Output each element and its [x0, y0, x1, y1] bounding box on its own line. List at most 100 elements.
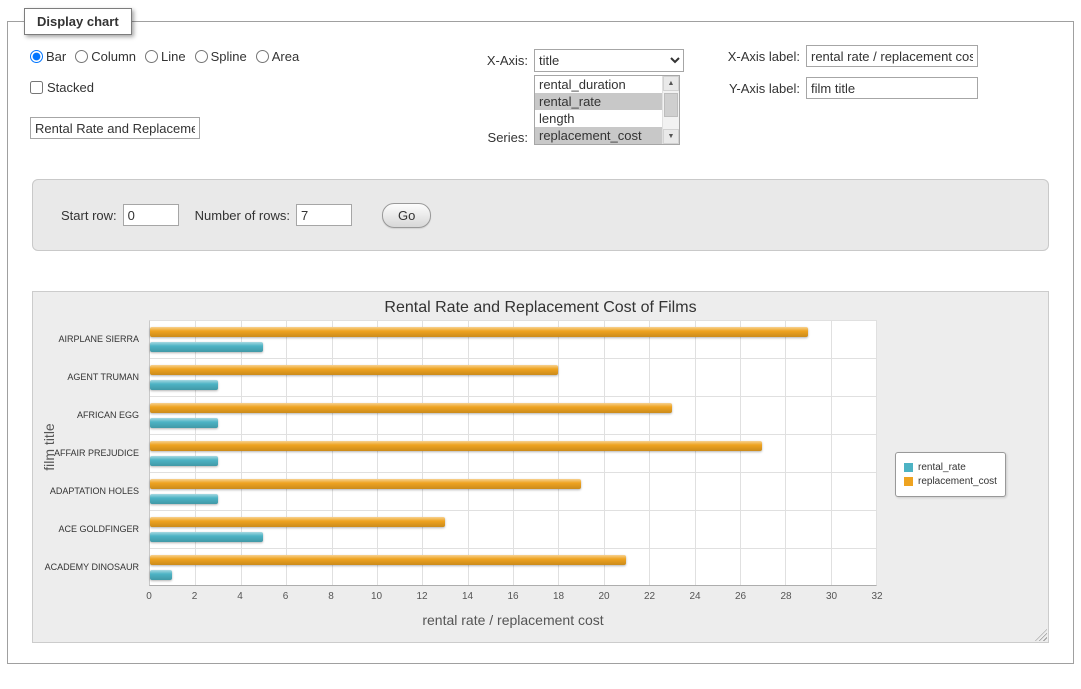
category-label: AIRPLANE SIERRA: [33, 320, 143, 358]
resize-handle-icon[interactable]: [1035, 629, 1047, 641]
x-axis-label-row: X-Axis label:: [708, 45, 978, 67]
chart-type-controls: Bar Column Line Spline Area Stacked: [30, 49, 308, 139]
tick-label: 22: [644, 591, 655, 602]
plot-row: [150, 359, 876, 397]
bar-rental_rate[interactable]: [150, 380, 218, 390]
bar-rental_rate[interactable]: [150, 456, 218, 466]
chart-type-option-column[interactable]: Column: [75, 49, 136, 64]
tick-label: 24: [689, 591, 700, 602]
category-label: ADAPTATION HOLES: [33, 472, 143, 510]
chart-type-option-area[interactable]: Area: [256, 49, 299, 64]
tick-label: 30: [826, 591, 837, 602]
legend-item-rental_rate[interactable]: rental_rate: [904, 462, 997, 473]
bar-rental_rate[interactable]: [150, 342, 263, 352]
display-chart-fieldset: Display chart Bar Column Line Spline Area St…: [7, 8, 1074, 664]
chart-type-radio-group: Bar Column Line Spline Area: [30, 49, 308, 64]
chart-container: Rental Rate and Replacement Cost of Film…: [32, 291, 1049, 643]
plot-row: [150, 321, 876, 359]
x-axis-title: rental rate / replacement cost: [149, 612, 877, 628]
bar-replacement_cost[interactable]: [150, 479, 581, 489]
stacked-checkbox[interactable]: [30, 81, 43, 94]
series-option-rental_rate[interactable]: rental_rate: [535, 93, 662, 110]
x-axis-label-field-label: X-Axis label:: [708, 49, 800, 64]
category-label: AGENT TRUMAN: [33, 358, 143, 396]
radio-label: Area: [272, 49, 299, 64]
tick-labels: 02468101214161820222426283032: [149, 591, 877, 603]
chart-legend-items: rental_rate replacement_cost: [904, 462, 997, 487]
legend-label: replacement_cost: [918, 476, 997, 487]
chart-title-input[interactable]: [30, 117, 200, 139]
x-axis-row: X-Axis: title: [456, 49, 684, 72]
bar-rental_rate[interactable]: [150, 494, 218, 504]
radio-column[interactable]: [75, 50, 88, 63]
series-label: Series:: [456, 130, 528, 145]
tick-label: 10: [371, 591, 382, 602]
plot-rows: [150, 321, 876, 585]
number-of-rows-input[interactable]: [296, 204, 352, 226]
chart-title: Rental Rate and Replacement Cost of Film…: [33, 299, 1048, 317]
stacked-label: Stacked: [47, 80, 94, 95]
plot-row: [150, 549, 876, 586]
start-row-input[interactable]: [123, 204, 179, 226]
bar-rental_rate[interactable]: [150, 570, 172, 580]
scroll-down-button[interactable]: ▼: [663, 129, 679, 144]
x-axis-select[interactable]: title: [534, 49, 684, 72]
radio-bar[interactable]: [30, 50, 43, 63]
listbox-scrollbar[interactable]: ▲ ▼: [662, 76, 679, 144]
tick-label: 0: [146, 591, 152, 602]
radio-spline[interactable]: [195, 50, 208, 63]
tick-label: 20: [598, 591, 609, 602]
bar-replacement_cost[interactable]: [150, 441, 762, 451]
scroll-up-button[interactable]: ▲: [663, 76, 679, 91]
stacked-checkbox-row[interactable]: Stacked: [30, 80, 308, 95]
series-option-replacement_cost[interactable]: replacement_cost: [535, 127, 662, 144]
category-label: ACE GOLDFINGER: [33, 510, 143, 548]
category-label: AFRICAN EGG: [33, 396, 143, 434]
chart-type-option-line[interactable]: Line: [145, 49, 186, 64]
radio-label: Column: [91, 49, 136, 64]
category-label: AFFAIR PREJUDICE: [33, 434, 143, 472]
scrollbar-thumb[interactable]: [664, 93, 678, 117]
series-option-rental_duration[interactable]: rental_duration: [535, 76, 662, 93]
chart-type-option-spline[interactable]: Spline: [195, 49, 247, 64]
tick-label: 16: [507, 591, 518, 602]
plot-row: [150, 511, 876, 549]
x-axis-label: X-Axis:: [456, 53, 528, 68]
y-axis-label-row: Y-Axis label:: [708, 77, 978, 99]
legend-item-replacement_cost[interactable]: replacement_cost: [904, 476, 997, 487]
chart-legend: rental_rate replacement_cost: [895, 452, 1006, 497]
legend-swatch-icon: [904, 477, 913, 486]
plot-row: [150, 397, 876, 435]
bar-replacement_cost[interactable]: [150, 365, 558, 375]
category-label: ACADEMY DINOSAUR: [33, 548, 143, 586]
tick-label: 8: [328, 591, 334, 602]
radio-area[interactable]: [256, 50, 269, 63]
category-labels: AIRPLANE SIERRAAGENT TRUMANAFRICAN EGGAF…: [33, 320, 143, 586]
rows-panel: Start row: Number of rows: Go: [32, 179, 1049, 251]
bar-replacement_cost[interactable]: [150, 403, 672, 413]
radio-label: Spline: [211, 49, 247, 64]
y-axis-label-input[interactable]: [806, 77, 978, 99]
chart-type-option-bar[interactable]: Bar: [30, 49, 66, 64]
bar-replacement_cost[interactable]: [150, 327, 808, 337]
bar-replacement_cost[interactable]: [150, 555, 626, 565]
legend-label: rental_rate: [918, 462, 966, 473]
x-axis-label-input[interactable]: [806, 45, 978, 67]
radio-line[interactable]: [145, 50, 158, 63]
tick-label: 32: [871, 591, 882, 602]
legend-swatch-icon: [904, 463, 913, 472]
y-axis-label-field-label: Y-Axis label:: [708, 81, 800, 96]
series-row: Series: rental_durationrental_ratelength…: [456, 75, 684, 145]
axis-label-controls: X-Axis label: Y-Axis label:: [708, 45, 978, 99]
bar-replacement_cost[interactable]: [150, 517, 445, 527]
bar-rental_rate[interactable]: [150, 532, 263, 542]
tick-label: 14: [462, 591, 473, 602]
series-multiselect[interactable]: rental_durationrental_ratelengthreplacem…: [534, 75, 680, 145]
radio-label: Line: [161, 49, 186, 64]
bar-rental_rate[interactable]: [150, 418, 218, 428]
tick-label: 2: [192, 591, 198, 602]
fieldset-legend: Display chart: [24, 8, 132, 35]
go-button[interactable]: Go: [382, 203, 431, 228]
series-option-length[interactable]: length: [535, 110, 662, 127]
start-row-label: Start row:: [61, 208, 117, 223]
